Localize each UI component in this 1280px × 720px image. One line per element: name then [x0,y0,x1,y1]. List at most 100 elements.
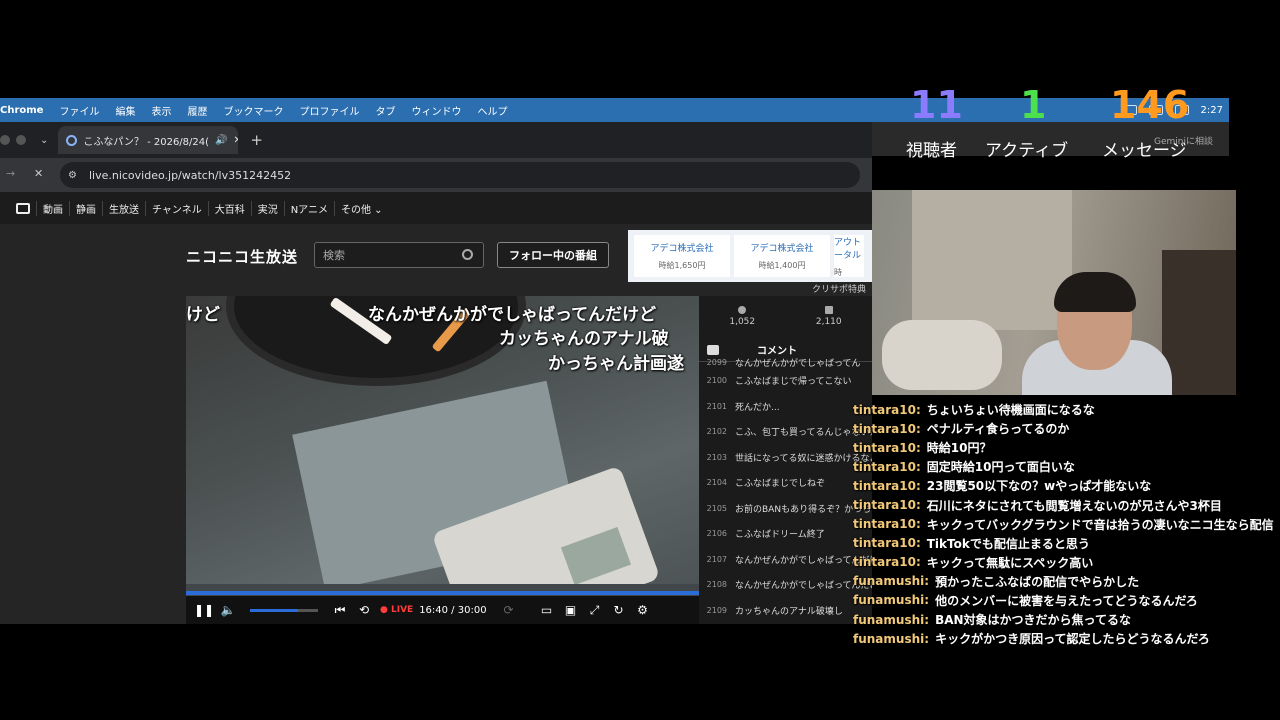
seek-bar[interactable] [186,591,699,595]
active-tab[interactable]: こふなパン？ - 2026/8/24( 🔊 ✕ [58,126,239,154]
chat-text: 他のメンバーに被害を与えたってどうなるんだろ [935,593,1198,608]
nav-more[interactable]: その他 ⌄ [333,200,389,216]
seek-bar-fill [186,591,699,595]
messages-stat-label: メッセージ [1102,141,1187,161]
site-settings-icon[interactable]: ⚙ [68,170,77,181]
webcam-feed [872,190,1236,395]
cam-person-hair [1054,272,1136,312]
site-nav-bar: 動画 静画 生放送 チャンネル 大百科 実況 Nアニメ その他 ⌄ [0,192,872,224]
tab-close-icon[interactable]: ✕ [234,135,239,146]
browser-tab-bar: ⌄ こふなパン？ - 2026/8/24( 🔊 ✕ + [0,122,872,158]
comment-row[interactable]: 2101 死んだか... [699,394,872,420]
live-time: 16:40 / 30:00 [419,604,487,616]
comment-text: こふなばまじでしねぞ [735,479,826,490]
menu-clock[interactable]: 2:27 [1201,105,1223,116]
comment-count-stat: 2,110 [786,296,873,336]
messages-stat-value: 146 [1110,83,1190,127]
comment-row[interactable]: 2108 なんかぜんかがでしゃばってんだけど [699,572,872,598]
menu-view[interactable]: 表示 [143,103,179,118]
stop-loading-icon[interactable]: ✕ [34,167,43,180]
chat-username: tintara10: [853,498,921,513]
comment-row[interactable]: 2100 こふなばまじで帰ってこない [699,368,872,394]
menu-help[interactable]: ヘルプ [469,103,515,118]
menu-tab[interactable]: タブ [367,103,403,118]
search-input[interactable]: 検索 [314,242,484,268]
creator-support-tooltip: クリサポ特典 [812,285,867,295]
nav-dic[interactable]: 大百科 [207,200,251,216]
comment-row[interactable]: 2107 なんかぜんかがでしゃばってんだけど [699,547,872,573]
skip-back-icon[interactable]: ⏮ [328,600,352,620]
chat-username: tintara10: [853,402,921,417]
job-ad-card[interactable]: アウト ータル 時 [834,235,864,277]
menu-history[interactable]: 履歴 [179,103,215,118]
menu-profile[interactable]: プロファイル [291,103,367,118]
viewer-count-stat: 1,052 [699,296,786,336]
viewers-stat-value: 11 [910,83,963,127]
comment-number: 2105 [706,503,727,513]
comment-list[interactable]: 2099 なんかぜんかがでしゃばってん 2100 こふなばまじで帰ってこない 210… [699,358,872,624]
comment-number: 2104 [706,478,727,488]
tab-favicon-icon [66,134,78,146]
new-tab-icon[interactable]: + [250,131,263,149]
chat-username: funamushi: [853,574,930,589]
comment-row[interactable]: 2106 こふなばドリーム終了 [699,521,872,547]
comment-number: 2103 [706,452,727,462]
nav-live[interactable]: 生放送 [102,200,145,216]
chat-text: 固定時給10円って面白いな [926,460,1075,475]
comment-row[interactable]: 2103 世話になってる奴に迷惑かけるなよ [699,445,872,471]
comment-number: 2101 [706,401,727,411]
comment-row[interactable]: 2102 こふ、包丁も買ってるんじゃないか？ [699,419,872,445]
chat-username: tintara10: [853,459,921,474]
danmaku-comment: かっちゃん計画遂 [548,354,684,374]
tab-list-chevron-icon[interactable]: ⌄ [40,135,48,146]
chat-message: tintara10: TikTokでも配信止まると思う [853,534,1280,553]
niconama-logo[interactable]: ニコニコ生放送 [186,246,298,267]
menu-file[interactable]: ファイル [51,103,107,118]
video-frame[interactable]: けど なんかぜんかがでしゃばってんだけど カッちゃんのアナル破 かっちゃん計画遂 [186,296,699,584]
job-ad-card[interactable]: アデコ株式会社 時給1,650円 [634,235,730,277]
tab-audio-icon[interactable]: 🔊 [215,135,227,146]
settings-gear-icon[interactable]: ⚙ [631,600,655,620]
volume-icon[interactable]: 🔈 [216,600,240,620]
ad-company: アデコ株式会社 [750,244,814,254]
reload-icon[interactable]: ↻ [607,600,631,620]
theater-mode-icon[interactable]: ▣ [559,600,583,620]
fullscreen-icon[interactable]: ⤢ [583,600,607,620]
nav-jikkyo[interactable]: 実況 [250,200,284,216]
menu-edit[interactable]: 編集 [107,103,143,118]
comment-text: なんかぜんかがでしゃばってんだけど [735,555,872,566]
forward-icon[interactable]: → [6,167,15,180]
nav-douga[interactable]: 動画 [36,200,69,216]
window-close-button[interactable] [0,135,10,145]
rewind-icon[interactable]: ⟲ [352,600,376,620]
nav-nanime[interactable]: Nアニメ [283,200,334,216]
pause-icon[interactable]: ❚❚ [192,600,216,620]
comment-panel: 1,052 2,110 コメント 2099 なんかぜんかがでしゃばってん 2100… [699,296,872,624]
comment-row[interactable]: 2109 カッちゃんのアナル破壊し [699,598,872,624]
video-player[interactable]: けど なんかぜんかがでしゃばってんだけど カッちゃんのアナル破 かっちゃん計画遂… [186,296,699,624]
menu-app-name[interactable]: Chrome [0,105,51,116]
url-text[interactable]: live.nicovideo.jp/watch/lv351242452 [89,169,291,182]
comment-row[interactable]: 2105 お前のBANもあり得るぞ？かっちゃん [699,496,872,522]
player-controls: ❚❚ 🔈 ⏮ ⟲ ● LIVE 16:40 / 30:00 ⟳ ▭ ▣ ⤢ ↻ … [186,596,699,624]
window-minimize-button[interactable] [16,135,26,145]
menu-bookmarks[interactable]: ブックマーク [215,103,291,118]
volume-slider[interactable] [250,608,318,612]
comment-row[interactable]: 2104 こふなばまじでしねぞ [699,470,872,496]
ad-wage: 時 [834,267,842,277]
ad-wage: 時給1,650円 [658,261,706,270]
following-programs-button[interactable]: フォロー中の番組 [497,242,609,268]
danmaku-comment: カッちゃんのアナル破 [499,329,669,349]
url-field[interactable]: ⚙ live.nicovideo.jp/watch/lv351242452 [60,162,860,188]
niconico-tv-icon[interactable] [16,202,30,214]
user-icon [738,305,747,314]
nav-seiga[interactable]: 静画 [69,200,102,216]
nav-channel[interactable]: チャンネル [145,200,208,216]
comment-toggle-icon[interactable]: ▭ [535,600,559,620]
search-icon[interactable] [462,249,473,260]
overlay-label-backdrop [872,156,1236,190]
menu-window[interactable]: ウィンドウ [403,103,469,118]
comment-row[interactable]: 2099 なんかぜんかがでしゃばってん [699,356,872,369]
job-ad-card[interactable]: アデコ株式会社 時給1,400円 [734,235,830,277]
forward-icon[interactable]: ⟳ [497,600,521,620]
